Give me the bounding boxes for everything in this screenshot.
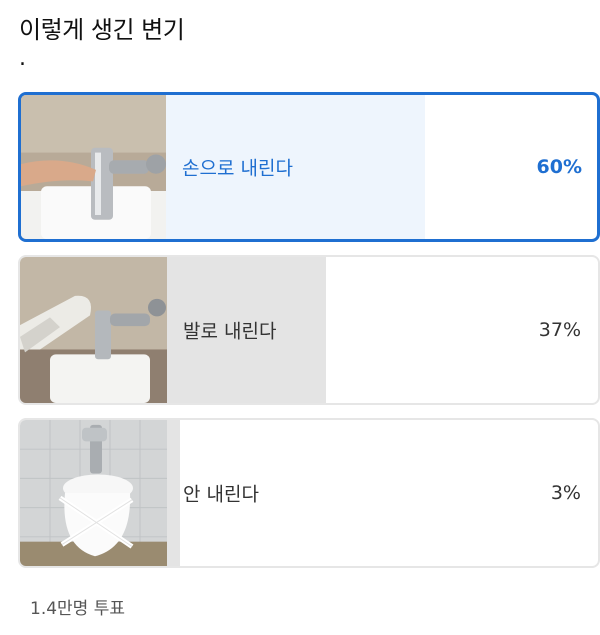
toilet-taped-shut-photo — [20, 420, 167, 566]
option-label: 안 내린다 — [183, 483, 259, 506]
option-label: 발로 내린다 — [183, 320, 277, 343]
hand-flushing-photo — [21, 95, 166, 239]
poll-option-hand[interactable]: 손으로 내린다 60% — [18, 92, 600, 242]
poll-option-none[interactable]: 안 내린다 3% — [18, 418, 600, 568]
option-label: 손으로 내린다 — [182, 157, 293, 180]
poll-title: 이렇게 생긴 변기 — [19, 16, 185, 44]
poll-option-foot[interactable]: 발로 내린다 37% — [18, 255, 600, 405]
option-percent: 37% — [538, 319, 581, 341]
vote-bar — [167, 420, 180, 566]
vote-count: 1.4만명 투표 — [30, 599, 125, 619]
option-percent: 60% — [536, 156, 582, 178]
poll-subtitle: . — [19, 46, 26, 71]
option-percent: 3% — [550, 482, 581, 504]
foot-flushing-photo — [20, 257, 167, 403]
